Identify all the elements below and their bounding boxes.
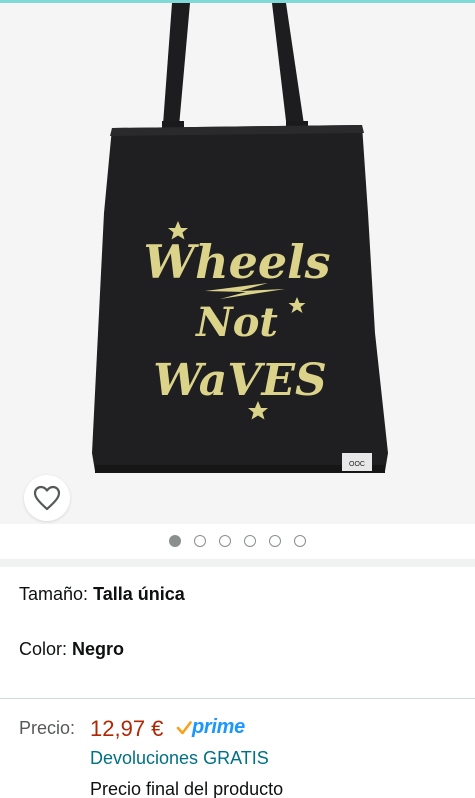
carousel-dot[interactable] — [169, 535, 181, 547]
size-value: Talla única — [93, 584, 185, 604]
color-value: Negro — [72, 639, 125, 659]
carousel-indicator — [0, 532, 475, 550]
prime-logo-text: prime — [192, 716, 245, 738]
print-line-1: Wheels — [143, 235, 330, 289]
print-line-3: WaVES — [153, 355, 327, 406]
carousel-dot[interactable] — [294, 535, 306, 547]
carousel-dot[interactable] — [269, 535, 281, 547]
color-selector[interactable]: Color: Negro — [19, 638, 124, 660]
carousel-dot[interactable] — [244, 535, 256, 547]
price-label: Precio: — [19, 718, 76, 738]
carousel-dot[interactable] — [219, 535, 231, 547]
color-label: Color: — [19, 639, 68, 659]
check-icon — [176, 720, 192, 734]
prime-badge: prime — [176, 716, 245, 739]
print-line-2: Not — [194, 299, 278, 346]
final-price-note: Precio final del producto — [90, 779, 284, 798]
carousel-dot[interactable] — [194, 535, 206, 547]
heart-outline-icon — [33, 485, 61, 511]
brand-tag-text: OOC — [349, 461, 365, 468]
favorite-button[interactable] — [24, 475, 70, 521]
divider — [0, 698, 475, 699]
section-divider — [0, 559, 475, 567]
product-image[interactable]: OOC Wheels Not WaVES — [0, 3, 475, 524]
price-value: 12,97 € — [90, 716, 164, 741]
size-selector[interactable]: Tamaño: Talla única — [19, 583, 185, 605]
size-label: Tamaño: — [19, 584, 89, 604]
product-image-gallery[interactable]: OOC Wheels Not WaVES — [0, 3, 475, 524]
free-returns-link[interactable]: Devoluciones GRATIS — [90, 748, 269, 769]
